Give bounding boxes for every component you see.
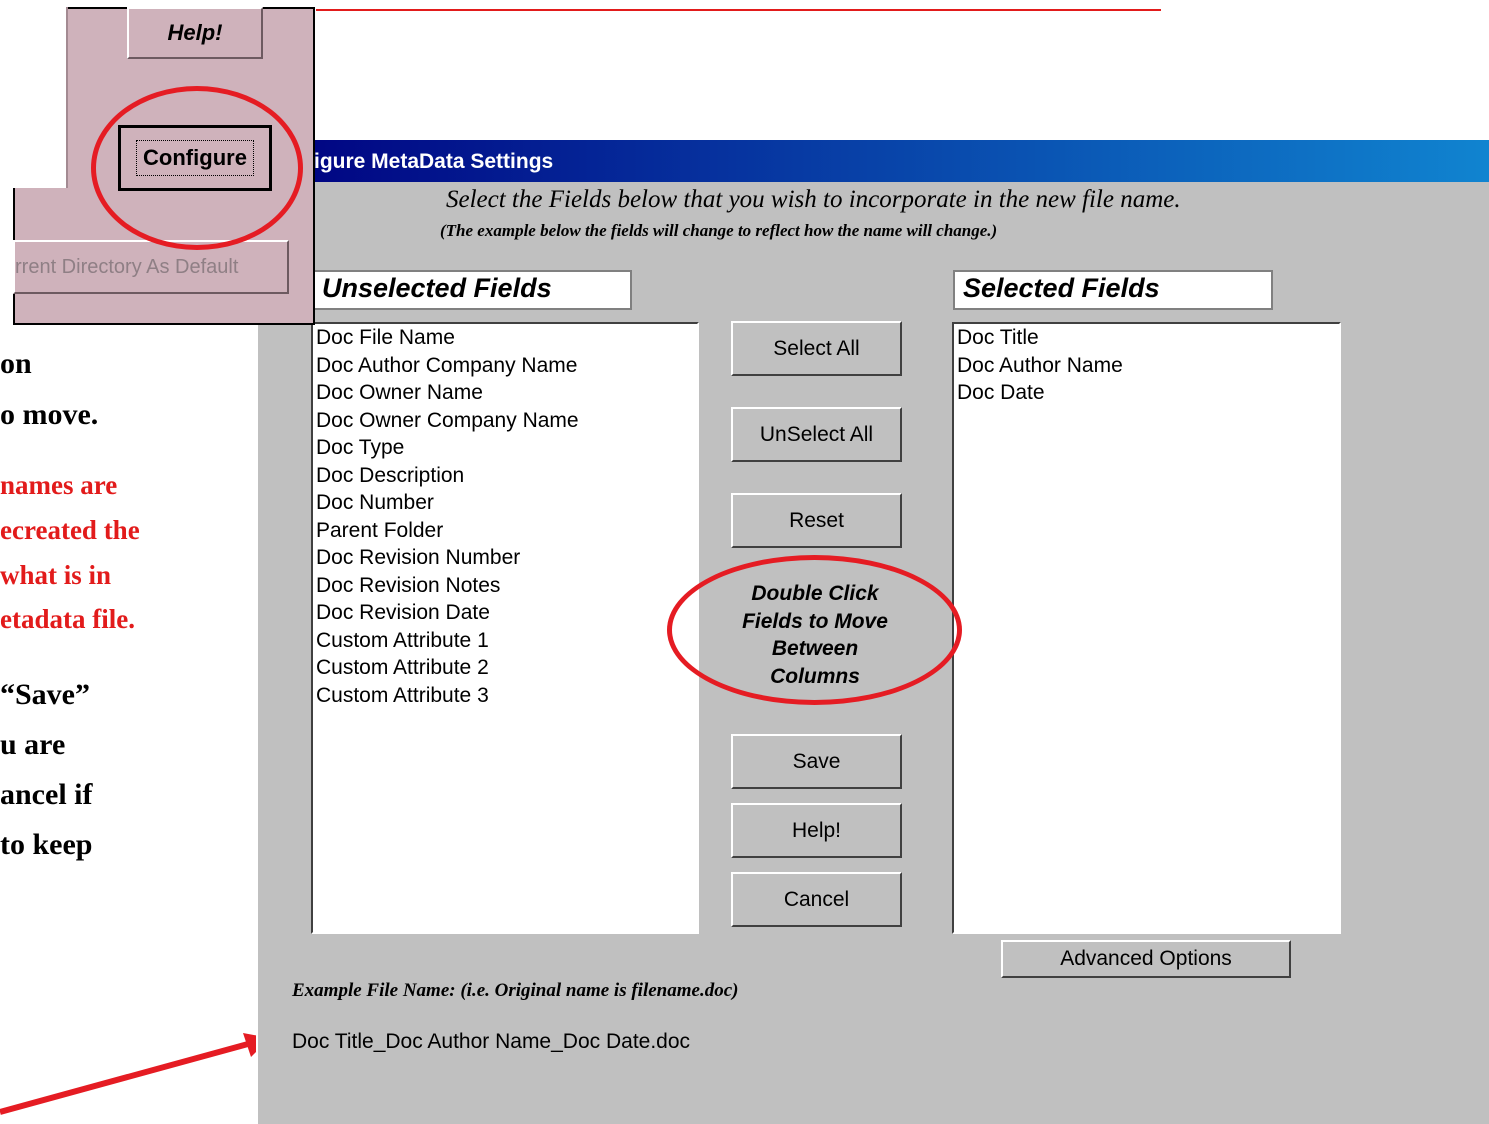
list-item[interactable]: Doc Revision Date	[313, 599, 697, 627]
instruction-text: Select the Fields below that you wish to…	[446, 186, 1181, 213]
list-item[interactable]: Doc Author Name	[954, 352, 1339, 380]
save-button[interactable]: Save	[731, 734, 902, 789]
list-item[interactable]: Doc Date	[954, 379, 1339, 407]
list-item[interactable]: Doc Owner Name	[313, 379, 697, 407]
slide-text-line-5: ancel if	[0, 778, 93, 811]
list-item[interactable]: Custom Attribute 2	[313, 654, 697, 682]
list-item[interactable]: Custom Attribute 3	[313, 682, 697, 710]
selected-fields-header: Selected Fields	[953, 270, 1273, 310]
slide-text-line-6: to keep	[0, 828, 93, 861]
unselect-all-button[interactable]: UnSelect All	[731, 407, 902, 462]
help-button[interactable]: Help!	[731, 803, 902, 858]
advanced-options-button[interactable]: Advanced Options	[1001, 940, 1291, 978]
slide-note-line-1: names are	[0, 470, 118, 500]
list-item[interactable]: Doc Title	[954, 324, 1339, 352]
top-divider-line	[316, 9, 1161, 11]
reset-button[interactable]: Reset	[731, 493, 902, 548]
slide-text-line-3: “Save”	[0, 678, 90, 711]
list-item[interactable]: Doc Description	[313, 462, 697, 490]
list-item[interactable]: Doc Revision Number	[313, 544, 697, 572]
slide-note-line-2: ecreated the	[0, 515, 140, 545]
slide-note-line-4: etadata file.	[0, 604, 135, 634]
list-item[interactable]: Doc Author Company Name	[313, 352, 697, 380]
configure-highlight-ellipse	[91, 86, 303, 250]
list-item[interactable]: Doc File Name	[313, 324, 697, 352]
sub-instruction-text: (The example below the fields will chang…	[440, 221, 998, 240]
unselected-fields-header: Unselected Fields	[312, 270, 632, 310]
dialog-title: igure MetaData Settings	[314, 150, 554, 173]
red-arrow	[0, 1033, 270, 1115]
list-item[interactable]: Custom Attribute 1	[313, 627, 697, 655]
inset-help-button[interactable]: Help!	[127, 7, 263, 59]
slide-text-line-1: on	[0, 347, 32, 380]
inset-default-directory-button[interactable]: rrent Directory As Default	[13, 240, 289, 294]
list-item[interactable]: Doc Type	[313, 434, 697, 462]
slide-text-line-2: o move.	[0, 398, 99, 431]
selected-fields-list[interactable]: Doc Title Doc Author Name Doc Date	[952, 322, 1341, 934]
example-file-name-value: Doc Title_Doc Author Name_Doc Date.doc	[292, 1030, 691, 1053]
select-all-button[interactable]: Select All	[731, 321, 902, 376]
example-file-name-label: Example File Name: (i.e. Original name i…	[292, 980, 739, 1001]
unselected-fields-list[interactable]: Doc File Name Doc Author Company Name Do…	[311, 322, 699, 934]
hint-highlight-ellipse	[667, 555, 962, 705]
list-item[interactable]: Doc Number	[313, 489, 697, 517]
slide-note-line-3: what is in	[0, 560, 112, 590]
inset-white-panel	[13, 7, 68, 188]
list-item[interactable]: Parent Folder	[313, 517, 697, 545]
list-item[interactable]: Doc Owner Company Name	[313, 407, 697, 435]
cancel-button[interactable]: Cancel	[731, 872, 902, 927]
slide-text-line-4: u are	[0, 728, 66, 761]
list-item[interactable]: Doc Revision Notes	[313, 572, 697, 600]
